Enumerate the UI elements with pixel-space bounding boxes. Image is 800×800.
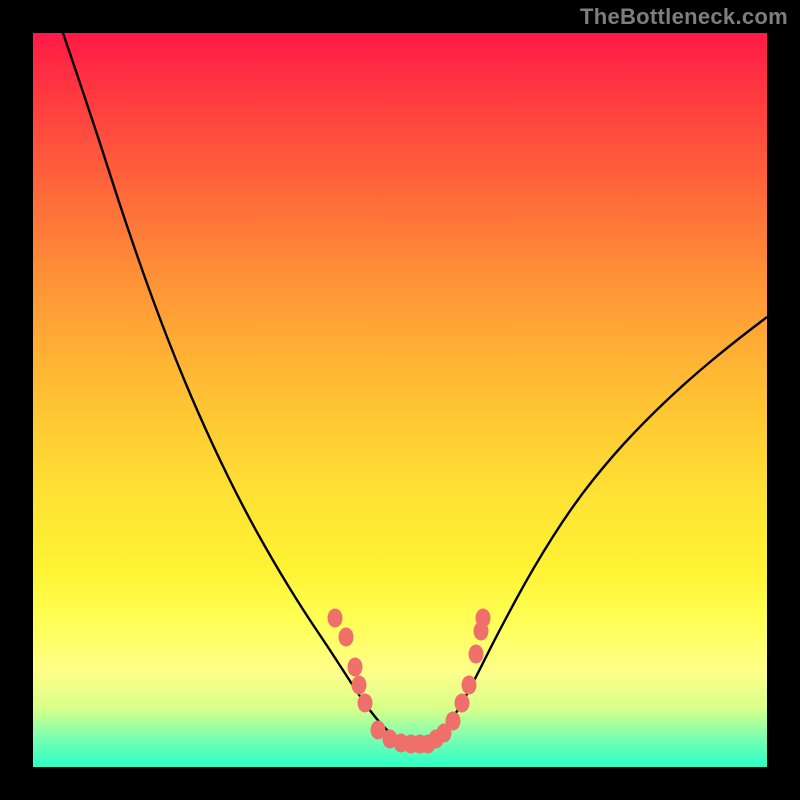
watermark-text: TheBottleneck.com: [580, 4, 788, 30]
curve-left-branch: [63, 33, 408, 743]
data-point: [476, 609, 491, 628]
data-point: [348, 658, 363, 677]
data-point: [358, 694, 373, 713]
curve-svg: [33, 33, 767, 767]
data-point: [469, 645, 484, 664]
data-point: [455, 694, 470, 713]
data-point: [352, 676, 367, 695]
data-point: [339, 628, 354, 647]
data-point: [462, 676, 477, 695]
data-point: [446, 712, 461, 731]
data-points: [328, 609, 491, 754]
data-point: [328, 609, 343, 628]
chart-frame: TheBottleneck.com: [0, 0, 800, 800]
curve-right-branch: [408, 317, 767, 743]
plot-area: [33, 33, 767, 767]
